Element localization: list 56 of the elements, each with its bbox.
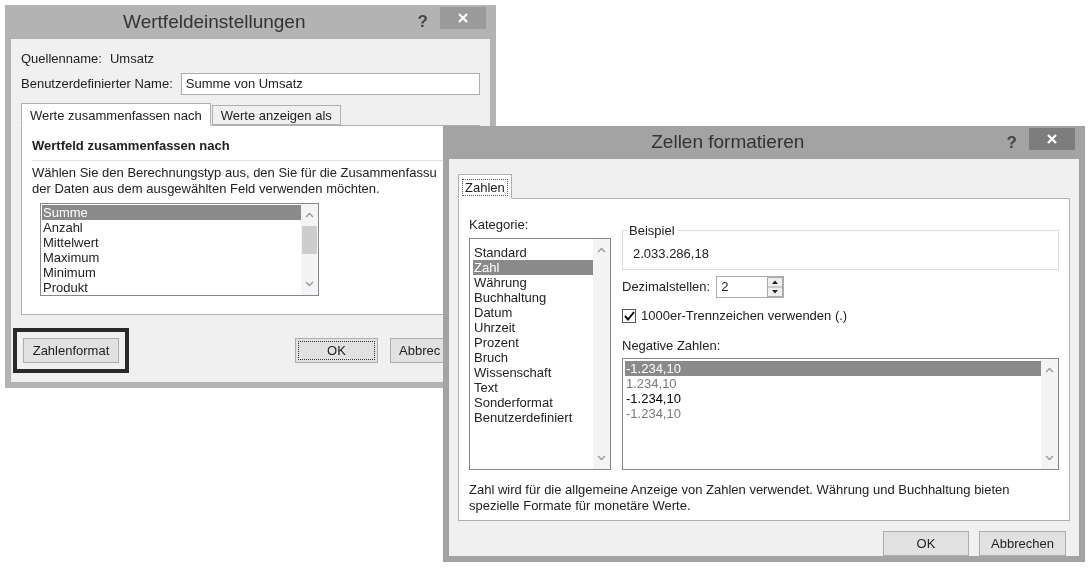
field-label: Negative Zahlen: — [622, 336, 722, 355]
chevron-up-icon — [597, 246, 606, 253]
help-button[interactable]: ? — [1006, 129, 1017, 156]
help-button[interactable]: ? — [417, 9, 428, 35]
tab[interactable]: Zahlen — [458, 174, 512, 199]
number-format-button[interactable]: Zahlenformat — [23, 338, 119, 363]
tab[interactable]: Werte anzeigen als — [211, 105, 341, 125]
chevron-down-icon — [1045, 455, 1054, 461]
tab[interactable]: Werte zusammenfassen nach — [21, 103, 211, 126]
close-button[interactable] — [1029, 127, 1075, 150]
field-label: Kategorie: — [469, 216, 530, 234]
checkbox-label: 1000er-Trennzeichen verwenden (.) — [641, 307, 848, 325]
cancel-button[interactable]: Abbrechen — [979, 531, 1066, 556]
list-item[interactable]: Buchhaltung — [473, 289, 593, 305]
checkmark-icon — [623, 310, 635, 321]
spinner-arrows-icon — [767, 277, 784, 297]
chevron-down-icon — [597, 454, 606, 461]
list-item[interactable]: -1.234,10 — [625, 406, 1041, 421]
close-icon — [1047, 133, 1057, 144]
ok-button[interactable]: OK — [295, 338, 378, 363]
list-item[interactable]: Text — [473, 379, 593, 395]
scrollbar[interactable] — [593, 238, 610, 469]
field-value: Umsatz — [109, 50, 154, 67]
field-label: Benutzerdefinierter Name: — [21, 75, 173, 94]
list-item[interactable]: Sonderformat — [473, 394, 593, 410]
chevron-up-icon — [305, 211, 314, 218]
description-text: Wählen Sie den Berechnungstyp aus, den Sie für die Zusammenfassu — [32, 164, 438, 181]
list-item[interactable]: Produkt — [42, 279, 301, 295]
scrollbar[interactable] — [301, 203, 318, 295]
spin-field[interactable]: 2 — [716, 276, 785, 298]
list-item[interactable]: Maximum — [42, 249, 301, 265]
list-item[interactable]: Datum — [473, 304, 593, 320]
list-item[interactable]: Mittelwert — [42, 234, 301, 250]
ok-button[interactable]: OK — [883, 531, 969, 556]
list-item[interactable]: 1.234,10 — [625, 376, 1041, 391]
list-item[interactable]: Währung — [473, 274, 593, 290]
list-item[interactable]: Uhrzeit — [473, 319, 593, 335]
description-text: Zahl wird für die allgemeine Anzeige von Zahlen verwendet. Währung und Buchhaltung bieten spezielle Formate für monetäre Werte. — [469, 482, 1011, 514]
list-item[interactable]: Minimum — [42, 264, 301, 280]
chevron-down-icon — [305, 280, 314, 287]
field-label: Quellenname: — [21, 50, 102, 67]
field-label: Dezimalstellen: — [622, 278, 711, 297]
close-button[interactable] — [440, 7, 486, 29]
scrollbar[interactable] — [1041, 359, 1058, 469]
list-item[interactable]: Wissenschaft — [473, 364, 593, 380]
checkbox[interactable] — [622, 308, 636, 323]
close-icon — [458, 13, 468, 23]
window-title: Wertfeldeinstellungen — [122, 9, 307, 34]
input-field[interactable]: Summe von Umsatz — [180, 73, 480, 95]
list-item[interactable]: Benutzerdefiniert — [473, 409, 593, 425]
window-title: Zellen formatieren — [650, 130, 806, 155]
list-item[interactable]: Anzahl — [42, 219, 301, 235]
sample-value: 2.033.286,18 — [633, 246, 709, 261]
list-item[interactable]: Standard — [473, 244, 593, 260]
list-item[interactable]: -1.234,10 — [625, 391, 1041, 406]
chevron-up-icon — [1045, 367, 1054, 373]
